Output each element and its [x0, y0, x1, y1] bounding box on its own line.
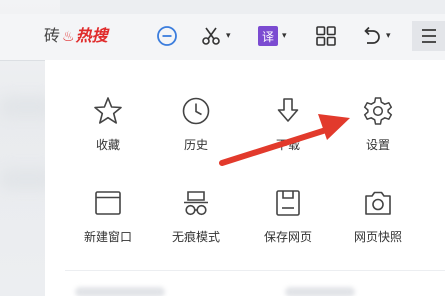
browser-screenshot: 砖 ♨热搜 ▾ 译 ▾ ▾ 收藏 历史 下载 设置 新建窗口 无痕模式 保存网页… [0, 0, 445, 296]
window-icon [95, 191, 121, 215]
undo-button[interactable]: ▾ [360, 21, 391, 51]
grid-icon [316, 26, 336, 46]
menu-item-label: 下载 [275, 138, 300, 152]
toolbar-partial-text: 砖 [44, 26, 61, 45]
menu-item-label: 设置 [365, 138, 390, 152]
menu-item-incognito[interactable]: 无痕模式 [155, 186, 237, 244]
chevron-down-icon: ▾ [386, 31, 391, 41]
clock-icon [182, 97, 210, 125]
ad-block-button[interactable] [155, 21, 179, 51]
flame-icon: ♨ [62, 29, 75, 45]
chevron-down-icon: ▾ [226, 31, 231, 41]
menu-item-label: 新建窗口 [83, 230, 132, 244]
menu-item-settings[interactable]: 设置 [337, 94, 419, 152]
menu-item-label: 收藏 [95, 138, 120, 152]
scissors-icon [202, 27, 220, 45]
camera-icon [365, 191, 391, 215]
chevron-down-icon: ▾ [282, 31, 287, 41]
menu-item-save-page[interactable]: 保存网页 [247, 186, 329, 244]
main-menu-button[interactable] [412, 21, 445, 51]
apps-button[interactable] [315, 21, 337, 51]
menu-item-label: 保存网页 [263, 230, 312, 244]
menu-item-label: 历史 [183, 138, 208, 152]
star-icon [94, 97, 122, 124]
menu-item-downloads[interactable]: 下载 [247, 94, 329, 152]
menu-item-label: 网页快照 [353, 230, 402, 244]
blurred-menu-row [75, 287, 165, 296]
menu-icon [421, 29, 436, 43]
hot-search-label: 热搜 [75, 26, 108, 45]
menu-item-page-snapshot[interactable]: 网页快照 [337, 186, 419, 244]
undo-icon [364, 26, 380, 44]
gear-icon [363, 97, 393, 125]
menu-divider [65, 270, 445, 271]
menu-item-label: 无痕模式 [171, 230, 220, 244]
minus-circle-icon [157, 26, 177, 46]
blurred-menu-row [285, 287, 355, 296]
incognito-glasses-icon [184, 191, 208, 216]
translate-icon: 译 [258, 26, 278, 46]
menu-item-favorites[interactable]: 收藏 [67, 94, 149, 152]
hot-search-button[interactable]: ♨热搜 [62, 26, 108, 47]
screenshot-button[interactable]: ▾ [200, 21, 231, 51]
save-icon [276, 190, 300, 216]
translate-button[interactable]: 译 ▾ [258, 21, 287, 51]
menu-item-new-window[interactable]: 新建窗口 [67, 186, 149, 244]
main-menu-dropdown: 收藏 历史 下载 设置 新建窗口 无痕模式 保存网页 网页快照 [45, 60, 445, 296]
browser-toolbar: 砖 ♨热搜 ▾ 译 ▾ ▾ [0, 14, 445, 61]
download-icon [277, 98, 299, 122]
menu-item-history[interactable]: 历史 [155, 94, 237, 152]
